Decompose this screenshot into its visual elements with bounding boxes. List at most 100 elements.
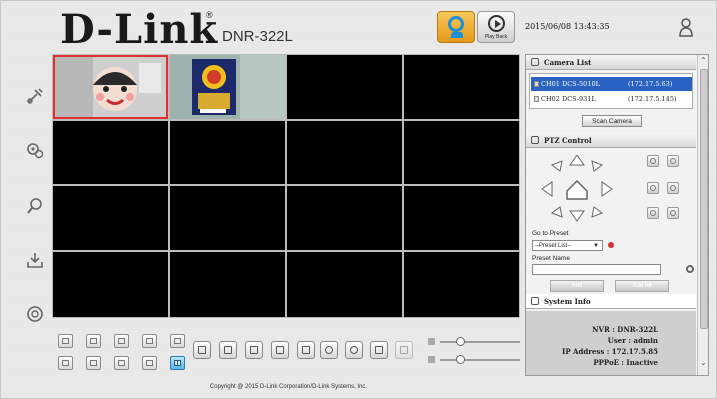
ptz-down-left-button [550, 206, 563, 218]
mic-slider[interactable] [440, 355, 520, 364]
snapshot-button[interactable] [320, 341, 338, 359]
video-cell-4[interactable] [404, 55, 519, 119]
scroll-down-icon[interactable]: ⌄ [700, 358, 707, 367]
layout-1x1-button[interactable] [58, 334, 73, 348]
ip-info: IP Address : 172.17.5.85 [562, 347, 658, 356]
ptz-up-button [569, 155, 585, 166]
preset-list-select[interactable]: --Preset List-- ▼ [532, 240, 603, 251]
info-icon[interactable] [25, 304, 45, 324]
live-view-button[interactable] [437, 11, 475, 43]
video-cell-8[interactable] [404, 121, 519, 184]
search-icon[interactable] [25, 196, 45, 216]
preset-select-value: --Preset List-- [535, 243, 572, 249]
layout-2plus6-button[interactable] [142, 356, 157, 370]
auto-layout-button[interactable] [271, 341, 289, 359]
video-cell-9[interactable] [53, 186, 168, 250]
audio-button[interactable] [370, 341, 388, 359]
layout-4x4-button[interactable] [170, 356, 185, 370]
video-cell-3[interactable] [287, 55, 402, 119]
ptz-down-button [569, 210, 585, 222]
video-cell-15[interactable] [287, 252, 402, 317]
camera-name: CH01 DCS-5010L [541, 80, 600, 88]
system-info-header[interactable]: System Info [526, 294, 696, 309]
focus-far-button[interactable] [667, 182, 679, 194]
volume-icon [428, 338, 435, 345]
system-info-title: System Info [544, 297, 591, 306]
video-cell-ch02[interactable] [170, 55, 285, 119]
zoom-button[interactable] [297, 341, 315, 359]
volume-slider[interactable] [440, 337, 520, 346]
system-info-icon [531, 297, 539, 305]
system-info-panel: NVR : DNR-322L User : admin IP Address :… [526, 311, 696, 375]
video-cell-7[interactable] [287, 121, 402, 184]
tools-icon[interactable] [25, 86, 45, 106]
gears-icon[interactable] [25, 140, 45, 160]
video-cell-10[interactable] [170, 186, 285, 250]
live-icon-base [451, 32, 463, 38]
video-cell-14[interactable] [170, 252, 285, 317]
camera-name: CH02 DCS-931L [541, 95, 596, 103]
camera-icon [534, 96, 539, 102]
preset-name-input[interactable] [532, 264, 661, 275]
model-name: DNR-322L [222, 28, 293, 45]
camera-ip: (172.17.5.145) [628, 95, 677, 103]
scrollbar-thumb[interactable] [700, 69, 708, 329]
user-icon[interactable] [678, 17, 694, 37]
video-cell-13[interactable] [53, 252, 168, 317]
camera-list-item[interactable]: CH02 DCS-931L (172.17.5.145) [531, 92, 692, 106]
ptz-left-button [541, 181, 553, 197]
gear-icon[interactable] [686, 265, 694, 273]
playback-button[interactable]: Play Back [477, 11, 515, 43]
iris-close-button[interactable] [667, 207, 679, 219]
camera-ip: (172.17.5.63) [628, 80, 673, 88]
record-button[interactable] [345, 341, 363, 359]
layout-1plus5-button[interactable] [114, 334, 129, 348]
video-cell-6[interactable] [170, 121, 285, 184]
ptz-home-button [566, 179, 588, 200]
camera-list-item[interactable]: CH01 DCS-5010L (172.17.5.63) [531, 77, 692, 91]
nvr-info: NVR : DNR-322L [592, 325, 658, 334]
layout-3x3-button[interactable] [142, 334, 157, 348]
delete-preset-icon[interactable] [608, 242, 614, 248]
iris-open-button[interactable] [647, 207, 659, 219]
video-cell-11[interactable] [287, 186, 402, 250]
layout-2x2-button[interactable] [86, 334, 101, 348]
preset-name-label: Preset Name [532, 255, 570, 262]
camera-list-header[interactable]: Camera List [526, 55, 696, 70]
talk-button[interactable] [395, 341, 413, 359]
scan-camera-button[interactable]: Scan Camera [582, 115, 642, 127]
fullscreen-button[interactable] [219, 341, 237, 359]
ptz-control-header[interactable]: PTZ Control [526, 133, 696, 148]
download-icon[interactable] [25, 250, 45, 270]
dlink-logo: D-Link [60, 6, 219, 53]
datetime-display: 2015/06/08 13:43:35 [525, 22, 610, 31]
layout-2plus8-button[interactable] [86, 356, 101, 370]
camera-icon [534, 81, 539, 87]
layout-1plus7-button[interactable] [170, 334, 185, 348]
video-cell-12[interactable] [404, 186, 519, 250]
panel-scrollbar[interactable]: ⌃ ⌄ [697, 55, 708, 375]
video-cell-16[interactable] [404, 252, 519, 317]
zoom-in-button[interactable] [647, 155, 659, 167]
sequence-button[interactable] [245, 341, 263, 359]
camera-list-icon [531, 58, 539, 66]
user-info: User : admin [607, 336, 658, 345]
video-grid [52, 54, 520, 318]
add-all-preset-button[interactable]: Add All [615, 280, 669, 292]
layout-1plus12-button[interactable] [58, 356, 73, 370]
camera-feed-ch01 [53, 55, 168, 119]
layout-1plus9-button[interactable] [114, 356, 129, 370]
focus-near-button[interactable] [647, 182, 659, 194]
add-preset-button[interactable]: Add [550, 280, 604, 292]
right-panel: Camera List CH01 DCS-5010L (172.17.5.63)… [525, 54, 709, 376]
ptz-up-left-button [550, 160, 563, 172]
scroll-up-icon[interactable]: ⌃ [700, 56, 707, 65]
video-cell-ch01[interactable] [53, 55, 168, 119]
channel-info-button[interactable] [193, 341, 211, 359]
ptz-right-button [601, 181, 613, 197]
copyright-text: Copyright @ 2015 D-Link Corporation/D-Li… [209, 384, 368, 390]
ptz-control-title: PTZ Control [544, 136, 592, 145]
video-cell-5[interactable] [53, 121, 168, 184]
ptz-up-right-button [591, 160, 604, 172]
zoom-out-button[interactable] [667, 155, 679, 167]
